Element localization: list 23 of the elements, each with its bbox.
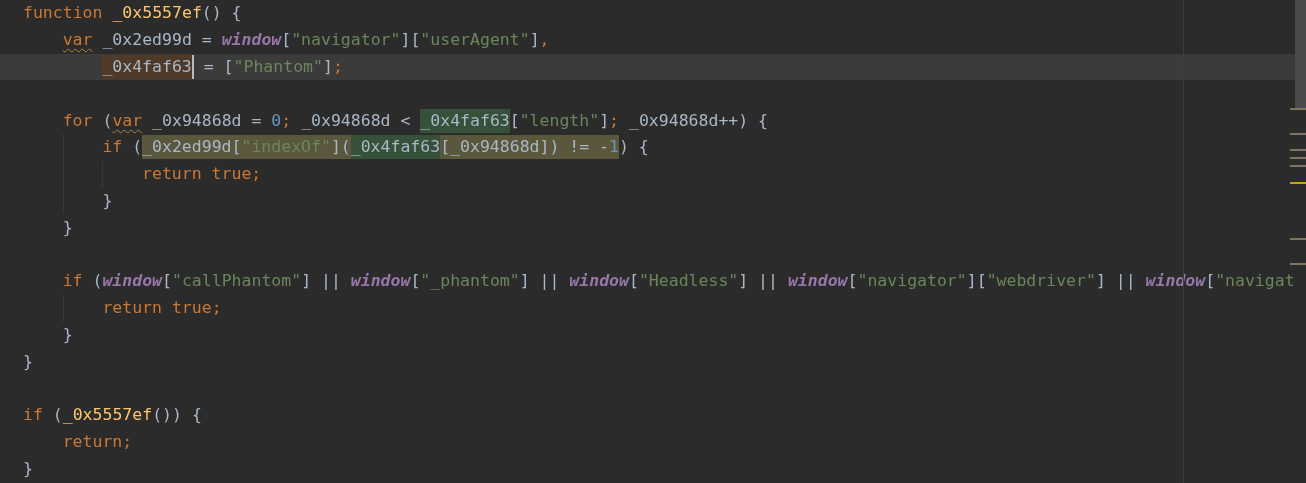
code-line: return true; bbox=[23, 160, 262, 188]
code-line: _0x4faf63 = ["Phantom"]; bbox=[23, 53, 343, 81]
code-line: if (window["callPhantom"] || window["_phantom"] || window["Headless"] || window["navigator"]["webdriver"] || window["navigat bbox=[61, 270, 1295, 293]
error-stripe-mark[interactable] bbox=[1290, 157, 1306, 159]
error-stripe-mark[interactable] bbox=[1290, 133, 1306, 135]
code-line: function _0x5557ef() { bbox=[23, 2, 242, 25]
error-stripe-mark[interactable] bbox=[1290, 149, 1306, 151]
code-line: var _0x2ed99d = window["navigator"]["userAgent"], bbox=[61, 29, 550, 52]
code-line: } bbox=[61, 323, 73, 346]
error-stripe-mark[interactable] bbox=[1290, 238, 1306, 240]
code-line: if (_0x5557ef()) { bbox=[23, 404, 202, 427]
error-stripe-mark[interactable] bbox=[1290, 263, 1306, 265]
code-line: } bbox=[61, 216, 73, 239]
error-stripe-mark[interactable] bbox=[1290, 182, 1306, 184]
code-line: } bbox=[23, 457, 33, 480]
code-line: return true; bbox=[23, 294, 222, 322]
code-line: for (var _0x94868d = 0; _0x94868d < _0x4faf63["length"]; _0x94868d++) { bbox=[23, 107, 769, 134]
error-stripe-mark[interactable] bbox=[1290, 108, 1306, 110]
scrollbar-thumb[interactable] bbox=[1295, 0, 1306, 108]
error-stripe-mark[interactable] bbox=[1290, 165, 1306, 167]
code-line: return; bbox=[61, 431, 133, 454]
code-line: } bbox=[23, 187, 113, 215]
code-line: } bbox=[23, 350, 33, 373]
